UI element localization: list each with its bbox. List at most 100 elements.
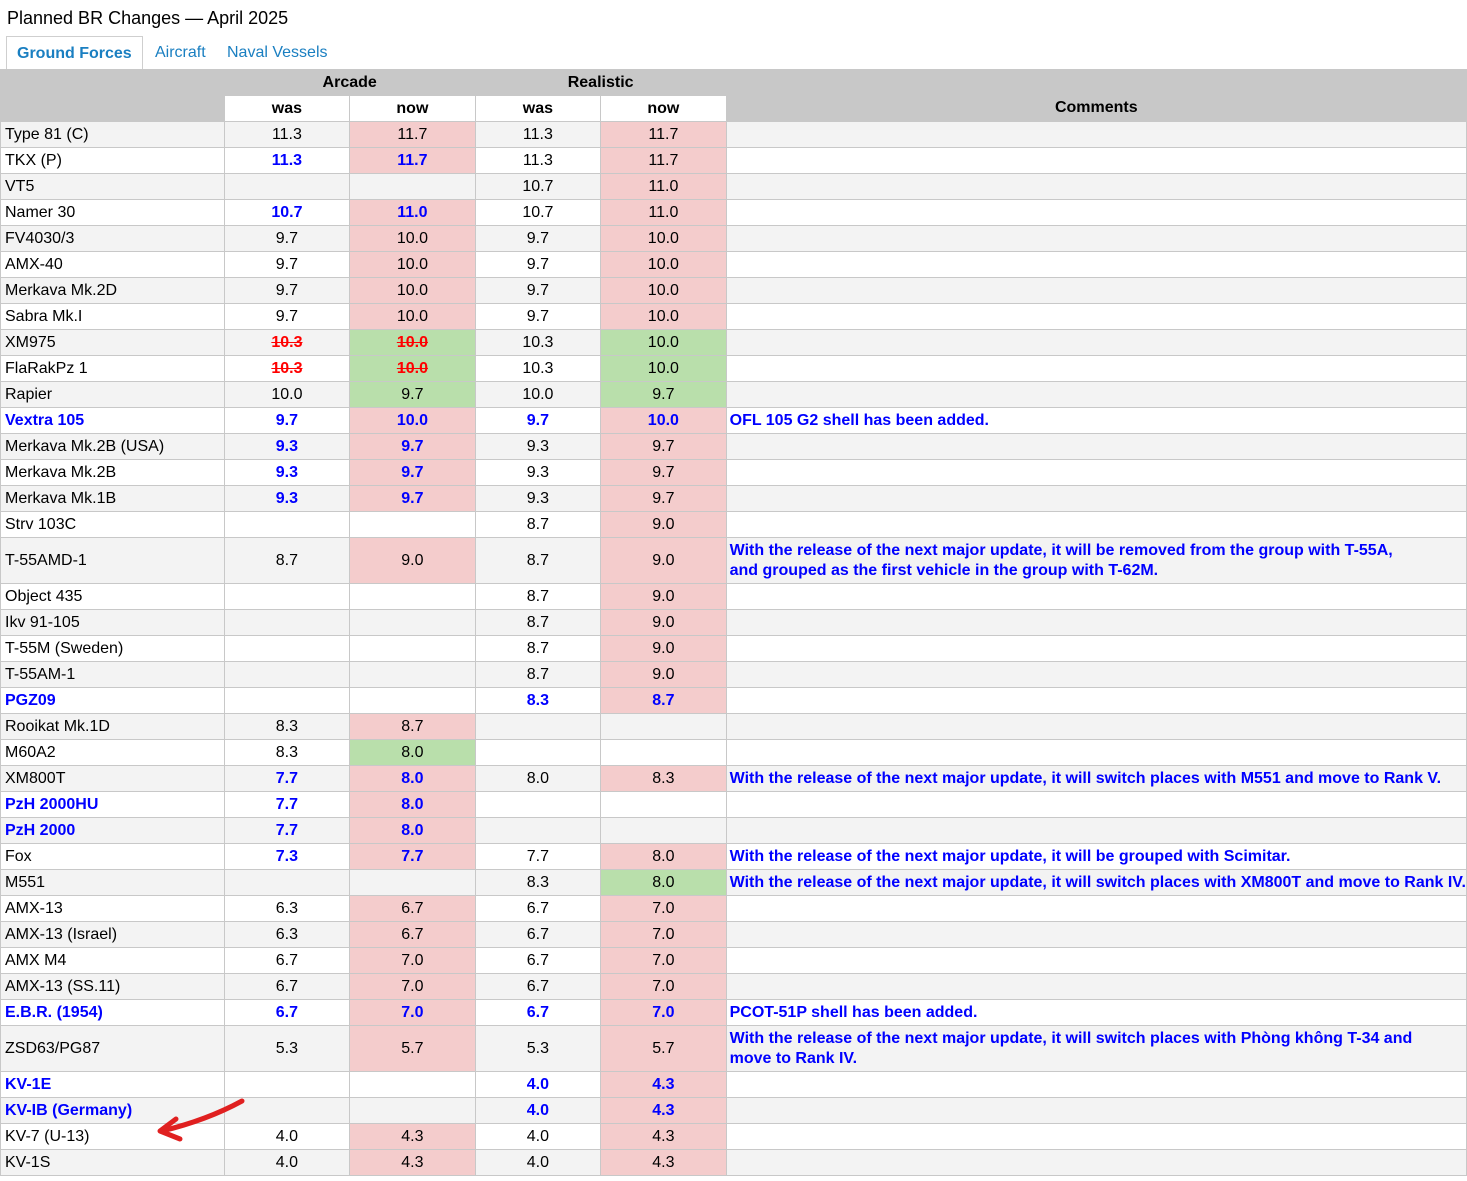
table-row: FV4030/3 9.7 10.0 9.7 10.0 [0, 225, 1467, 252]
arcade-now [349, 635, 476, 662]
arcade-was-text: 11.3 [271, 125, 302, 143]
realistic-was: 9.7 [474, 277, 602, 304]
comment [725, 1097, 1467, 1124]
realistic-now: 9.0 [600, 511, 727, 538]
vehicle-name: Ikv 91-105 [0, 609, 225, 636]
realistic-now: 8.7 [600, 687, 727, 714]
vehicle-name-text: FV4030/3 [5, 229, 75, 247]
arcade-now: 6.7 [349, 895, 476, 922]
vehicle-name: Object 435 [0, 583, 225, 610]
vehicle-name-text: AMX M4 [5, 951, 67, 969]
table-row: AMX-13 6.3 6.7 6.7 7.0 [0, 895, 1467, 922]
vehicle-name: FV4030/3 [0, 225, 225, 252]
arcade-now: 4.3 [349, 1149, 476, 1176]
vehicle-name-text: Merkava Mk.2B [5, 463, 117, 481]
arcade-was: 9.7 [223, 407, 351, 434]
realistic-now: 4.3 [600, 1149, 727, 1176]
table-row: T-55M (Sweden) 8.7 9.0 [0, 635, 1467, 662]
table-row: AMX M4 6.7 7.0 6.7 7.0 [0, 947, 1467, 974]
comment-text: With the release of the next major updat… [729, 769, 1442, 787]
arcade-now-text: 10.0 [396, 333, 428, 351]
arcade-was: 7.7 [223, 791, 351, 818]
realistic-was: 8.7 [474, 583, 602, 610]
tab-ground-forces[interactable]: Ground Forces [6, 36, 143, 70]
realistic-now: 9.0 [600, 583, 727, 610]
comment-text: With the release of the next major updat… [729, 847, 1291, 865]
realistic-was-text: 9.7 [526, 281, 549, 299]
realistic-now: 7.0 [600, 999, 727, 1026]
realistic-was-header: was [474, 95, 602, 122]
realistic-was: 8.7 [474, 609, 602, 636]
realistic-was-text: 9.7 [526, 229, 549, 247]
arcade-was-text: 7.3 [275, 847, 299, 865]
arcade-now-text: 5.7 [401, 1039, 424, 1057]
realistic-now-text: 9.0 [652, 639, 675, 657]
arcade-now: 7.0 [349, 947, 476, 974]
arcade-now [349, 173, 476, 200]
realistic-was-text: 10.0 [522, 385, 554, 403]
arcade-now: 10.0 [349, 303, 476, 330]
arcade-now: 7.0 [349, 973, 476, 1000]
realistic-now: 7.0 [600, 921, 727, 948]
vehicle-name: ZSD63/PG87 [0, 1025, 225, 1072]
table-row: Strv 103C 8.7 9.0 [0, 511, 1467, 538]
comment [725, 661, 1467, 688]
vehicle-name-text: VT5 [5, 177, 35, 195]
vehicle-name: XM800T [0, 765, 225, 792]
arcade-was-text: 7.7 [275, 769, 299, 787]
realistic-was-text: 8.3 [526, 691, 549, 709]
arcade-now-text: 6.7 [401, 925, 424, 943]
realistic-was-text: 7.7 [526, 847, 549, 865]
realistic-now-text: 8.0 [652, 873, 675, 891]
arcade-now-text: 7.7 [401, 847, 424, 865]
vehicle-name: AMX-13 (Israel) [0, 921, 225, 948]
arcade-was-text: 6.3 [275, 899, 299, 917]
realistic-now: 7.0 [600, 973, 727, 1000]
vehicle-name-text: PzH 2000HU [5, 795, 99, 813]
comment [725, 199, 1467, 226]
realistic-was: 8.7 [474, 661, 602, 688]
tab-aircraft[interactable]: Aircraft [145, 36, 216, 69]
realistic-was-text: 8.0 [526, 769, 549, 787]
arcade-was: 10.3 [223, 329, 351, 356]
arcade-was: 10.7 [223, 199, 351, 226]
vehicle-name-text: T-55AM-1 [5, 665, 76, 683]
arcade-was: 9.7 [223, 303, 351, 330]
vehicle-name: AMX-13 [0, 895, 225, 922]
comment [725, 739, 1467, 766]
realistic-was: 6.7 [474, 921, 602, 948]
tab-naval-vessels[interactable]: Naval Vessels [217, 36, 338, 69]
vehicle-name-text: M551 [5, 873, 46, 891]
arcade-now-text: 10.0 [396, 229, 428, 247]
arcade-now: 10.0 [349, 355, 476, 382]
arcade-was-text: 9.7 [275, 255, 299, 273]
arcade-was: 6.7 [223, 973, 351, 1000]
table-row: XM975 10.3 10.0 10.3 10.0 [0, 329, 1467, 356]
vehicle-name-text: T-55M (Sweden) [5, 639, 124, 657]
comment [725, 277, 1467, 304]
tab-bar: Ground Forces Aircraft Naval Vessels [0, 34, 1467, 71]
arcade-was-text: 6.3 [275, 925, 299, 943]
vehicle-name: Vextra 105 [0, 407, 225, 434]
realistic-now: 8.0 [600, 843, 727, 870]
arcade-was-text: 7.7 [275, 821, 299, 839]
realistic-was: 9.3 [474, 459, 602, 486]
table-row: FlaRakPz 1 10.3 10.0 10.3 10.0 [0, 355, 1467, 382]
table-row: Merkava Mk.2B (USA) 9.3 9.7 9.3 9.7 [0, 433, 1467, 460]
vehicle-name: M60A2 [0, 739, 225, 766]
arcade-was: 7.7 [223, 817, 351, 844]
vehicle-name-text: TKX (P) [5, 151, 62, 169]
arcade-now-text: 10.0 [396, 411, 428, 429]
table-row: M551 8.3 8.0 With the release of the next m… [0, 869, 1467, 896]
arcade-now-text: 8.0 [401, 769, 424, 787]
arcade-header: Arcade [223, 69, 476, 96]
realistic-now: 9.7 [600, 485, 727, 512]
arcade-now-text: 8.0 [401, 821, 424, 839]
vehicle-name: PzH 2000HU [0, 791, 225, 818]
comment [725, 303, 1467, 330]
arcade-now-text: 7.0 [401, 1003, 424, 1021]
table-row: Merkava Mk.1B 9.3 9.7 9.3 9.7 [0, 485, 1467, 512]
comment [725, 1071, 1467, 1098]
realistic-was: 8.7 [474, 511, 602, 538]
realistic-now-text: 10.0 [647, 229, 679, 247]
